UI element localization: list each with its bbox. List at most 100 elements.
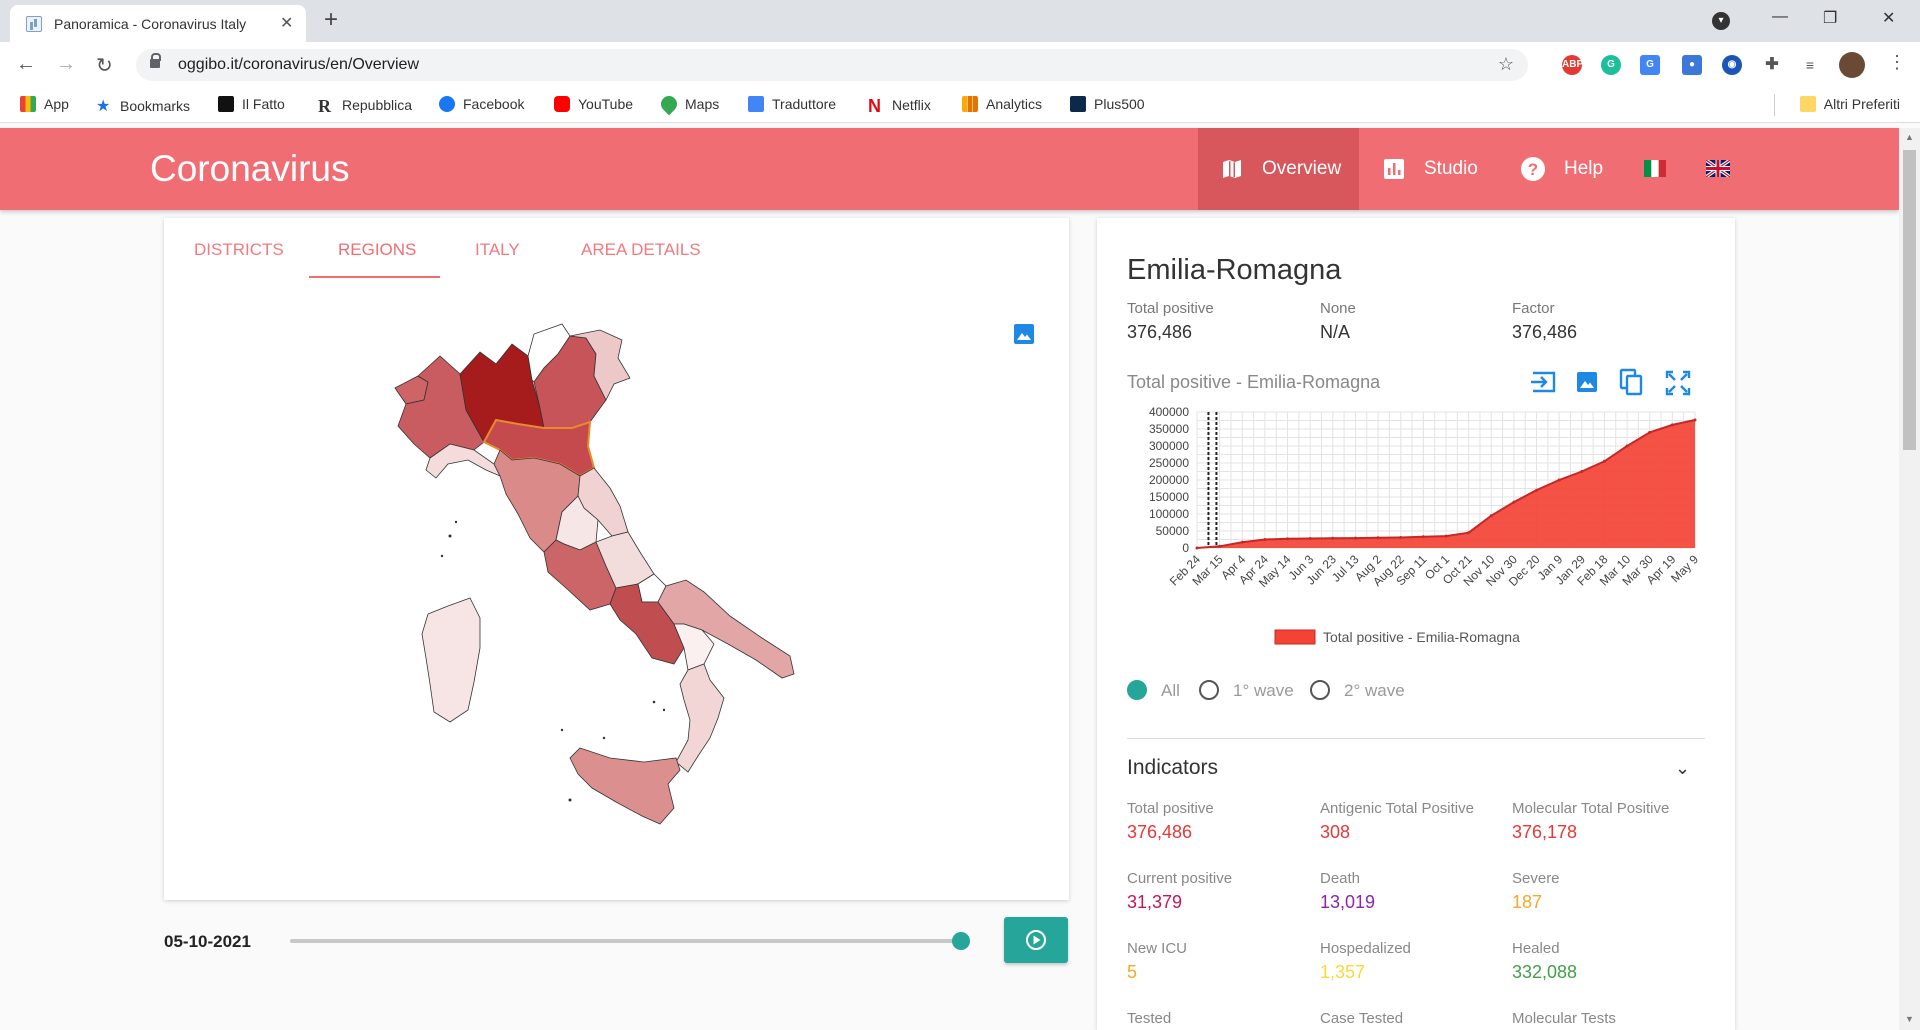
restore-icon[interactable]: ❐ (1823, 8, 1837, 28)
radio-unchecked-icon (1199, 680, 1219, 700)
bookmark-app[interactable]: App (20, 96, 69, 112)
data-point (1535, 488, 1539, 492)
new-tab-icon[interactable]: + (324, 6, 338, 34)
bookmark-plus500[interactable]: Plus500 (1070, 96, 1145, 112)
minimize-icon[interactable]: — (1772, 8, 1788, 26)
indicator-hospedalized: Hospedalized 1,357 (1320, 940, 1411, 982)
export-icon[interactable] (1529, 370, 1557, 394)
uk-flag-icon[interactable] (1706, 160, 1730, 177)
bookmark-facebook[interactable]: Facebook (439, 96, 524, 112)
tab-italy[interactable]: ITALY (475, 240, 520, 260)
nav-help[interactable]: ? Help (1520, 128, 1603, 210)
data-point (1421, 535, 1425, 539)
data-point (1195, 546, 1199, 550)
app-title[interactable]: Coronavirus (150, 148, 349, 190)
browser-tab[interactable]: Panoramica - Coronavirus Italy ✕ (10, 5, 306, 42)
data-point (1580, 470, 1584, 473)
vpn-extension-icon[interactable]: ◉ (1722, 55, 1742, 75)
total-positive-chart: 0 50000 100000 150000 200000 250000 300000 3500… (1149, 405, 1702, 645)
map-card: DISTRICTS REGIONS ITALY AREA DETAILS (164, 218, 1069, 900)
data-point (1625, 444, 1629, 448)
timeline-slider-thumb[interactable] (952, 932, 970, 950)
download-image-icon[interactable] (1012, 322, 1036, 346)
summary-total-positive: Total positive 376,486 (1127, 300, 1214, 342)
data-point (1444, 534, 1448, 538)
bookmark-youtube[interactable]: YouTube (554, 96, 633, 112)
address-bar-row: ← → ↻ oggibo.it/coronavirus/en/Overview … (0, 42, 1920, 88)
fullscreen-icon[interactable] (1665, 370, 1691, 396)
tab-title: Panoramica - Coronavirus Italy (54, 16, 247, 32)
y-tick-label: 100000 (1149, 507, 1189, 521)
bookmark-netflix[interactable]: N Netflix (868, 96, 931, 116)
extensions-puzzle-icon[interactable]: ✚ (1762, 55, 1782, 75)
summary-none: None N/A (1320, 300, 1356, 342)
close-window-icon[interactable]: ✕ (1882, 8, 1895, 28)
grammar-extension-icon[interactable]: G (1601, 55, 1621, 75)
bookmarks-bar: App ★ Bookmarks Il Fatto R Repubblica Face… (0, 88, 1920, 123)
chart-x-axis: Feb 24Mar 15Apr 4Apr 24May 14Jun 3Jun 23… (1167, 552, 1702, 590)
scroll-up-icon[interactable]: ▲ (1905, 132, 1914, 142)
data-point (1399, 535, 1403, 539)
save-image-icon[interactable] (1575, 370, 1599, 394)
region-sicilia[interactable] (569, 747, 681, 825)
close-tab-icon[interactable]: ✕ (280, 13, 293, 33)
bookmark-traduttore[interactable]: Traduttore (748, 96, 836, 112)
indicator-molecular-total-positive: Molecular Total Positive 376,178 (1512, 800, 1670, 842)
back-icon[interactable]: ← (16, 53, 36, 76)
legend-swatch (1274, 629, 1316, 645)
tab-districts[interactable]: DISTRICTS (194, 240, 284, 260)
bookmark-analytics[interactable]: Analytics (962, 96, 1042, 112)
tab-regions[interactable]: REGIONS (338, 240, 416, 260)
italian-flag-icon[interactable] (1644, 160, 1666, 177)
play-button[interactable] (1004, 917, 1068, 963)
bookmark-bookmarks[interactable]: ★ Bookmarks (96, 96, 190, 115)
data-point (1308, 536, 1312, 540)
media-playlist-icon[interactable]: ≡ (1800, 55, 1820, 75)
facebook-icon (439, 96, 455, 112)
screen-capture-extension-icon[interactable]: ● (1682, 55, 1702, 75)
region-sardegna[interactable] (421, 597, 481, 723)
forward-icon[interactable]: → (56, 53, 76, 76)
other-bookmarks[interactable]: Altri Preferiti (1799, 96, 1900, 112)
y-tick-label: 350000 (1149, 422, 1189, 436)
region-valle-aosta[interactable] (394, 375, 429, 405)
nav-overview[interactable]: Overview (1198, 128, 1359, 210)
data-point (1489, 514, 1493, 518)
indicator-total-positive: Total positive 376,486 (1127, 800, 1214, 842)
chart-y-axis: 0 50000 100000 150000 200000 250000 300000 3500… (1149, 405, 1189, 555)
region-calabria[interactable] (675, 663, 725, 773)
page-scrollbar[interactable]: ▲ ▼ (1899, 128, 1920, 1030)
bookmark-il-fatto[interactable]: Il Fatto (218, 96, 285, 112)
chevron-down-icon[interactable]: ⌄ (1675, 758, 1690, 779)
radio-all[interactable]: All (1127, 680, 1180, 701)
browser-menu-icon[interactable]: ⋮ (1888, 52, 1906, 73)
reload-icon[interactable]: ↻ (96, 53, 113, 78)
tab-area-details[interactable]: AREA DETAILS (581, 240, 701, 260)
copy-icon[interactable] (1619, 368, 1643, 396)
data-point (1286, 537, 1290, 541)
chart-legend[interactable]: Total positive - Emilia-Romagna (1274, 629, 1520, 645)
bookmark-star-icon[interactable]: ☆ (1498, 54, 1514, 75)
repubblica-icon: R (318, 96, 331, 116)
timeline-slider-track[interactable] (290, 939, 960, 943)
radio-first-wave[interactable]: 1° wave (1199, 680, 1294, 701)
region-title: Emilia-Romagna (1127, 254, 1342, 286)
url-text[interactable]: oggibo.it/coronavirus/en/Overview (178, 56, 419, 74)
url-bar[interactable]: oggibo.it/coronavirus/en/Overview ☆ (136, 49, 1528, 81)
bookmark-repubblica[interactable]: R Repubblica (318, 96, 412, 116)
adblock-extension-icon[interactable]: ABP (1562, 55, 1583, 75)
translate-extension-icon[interactable]: G (1640, 55, 1660, 75)
scrollbar-thumb[interactable] (1903, 150, 1916, 450)
radio-second-wave[interactable]: 2° wave (1310, 680, 1405, 701)
scroll-down-icon[interactable]: ▼ (1905, 1014, 1914, 1024)
nav-studio[interactable]: Studio (1382, 128, 1478, 210)
indicators-title[interactable]: Indicators (1127, 756, 1218, 780)
tab-search-icon[interactable]: ▾ (1712, 12, 1730, 30)
page-favicon-icon (26, 16, 42, 32)
profile-avatar[interactable] (1839, 52, 1865, 78)
analytics-icon (962, 96, 978, 112)
data-point (1331, 536, 1335, 540)
bookmark-maps[interactable]: Maps (657, 92, 719, 116)
data-point (1263, 538, 1267, 541)
italy-regions-map (394, 323, 795, 825)
